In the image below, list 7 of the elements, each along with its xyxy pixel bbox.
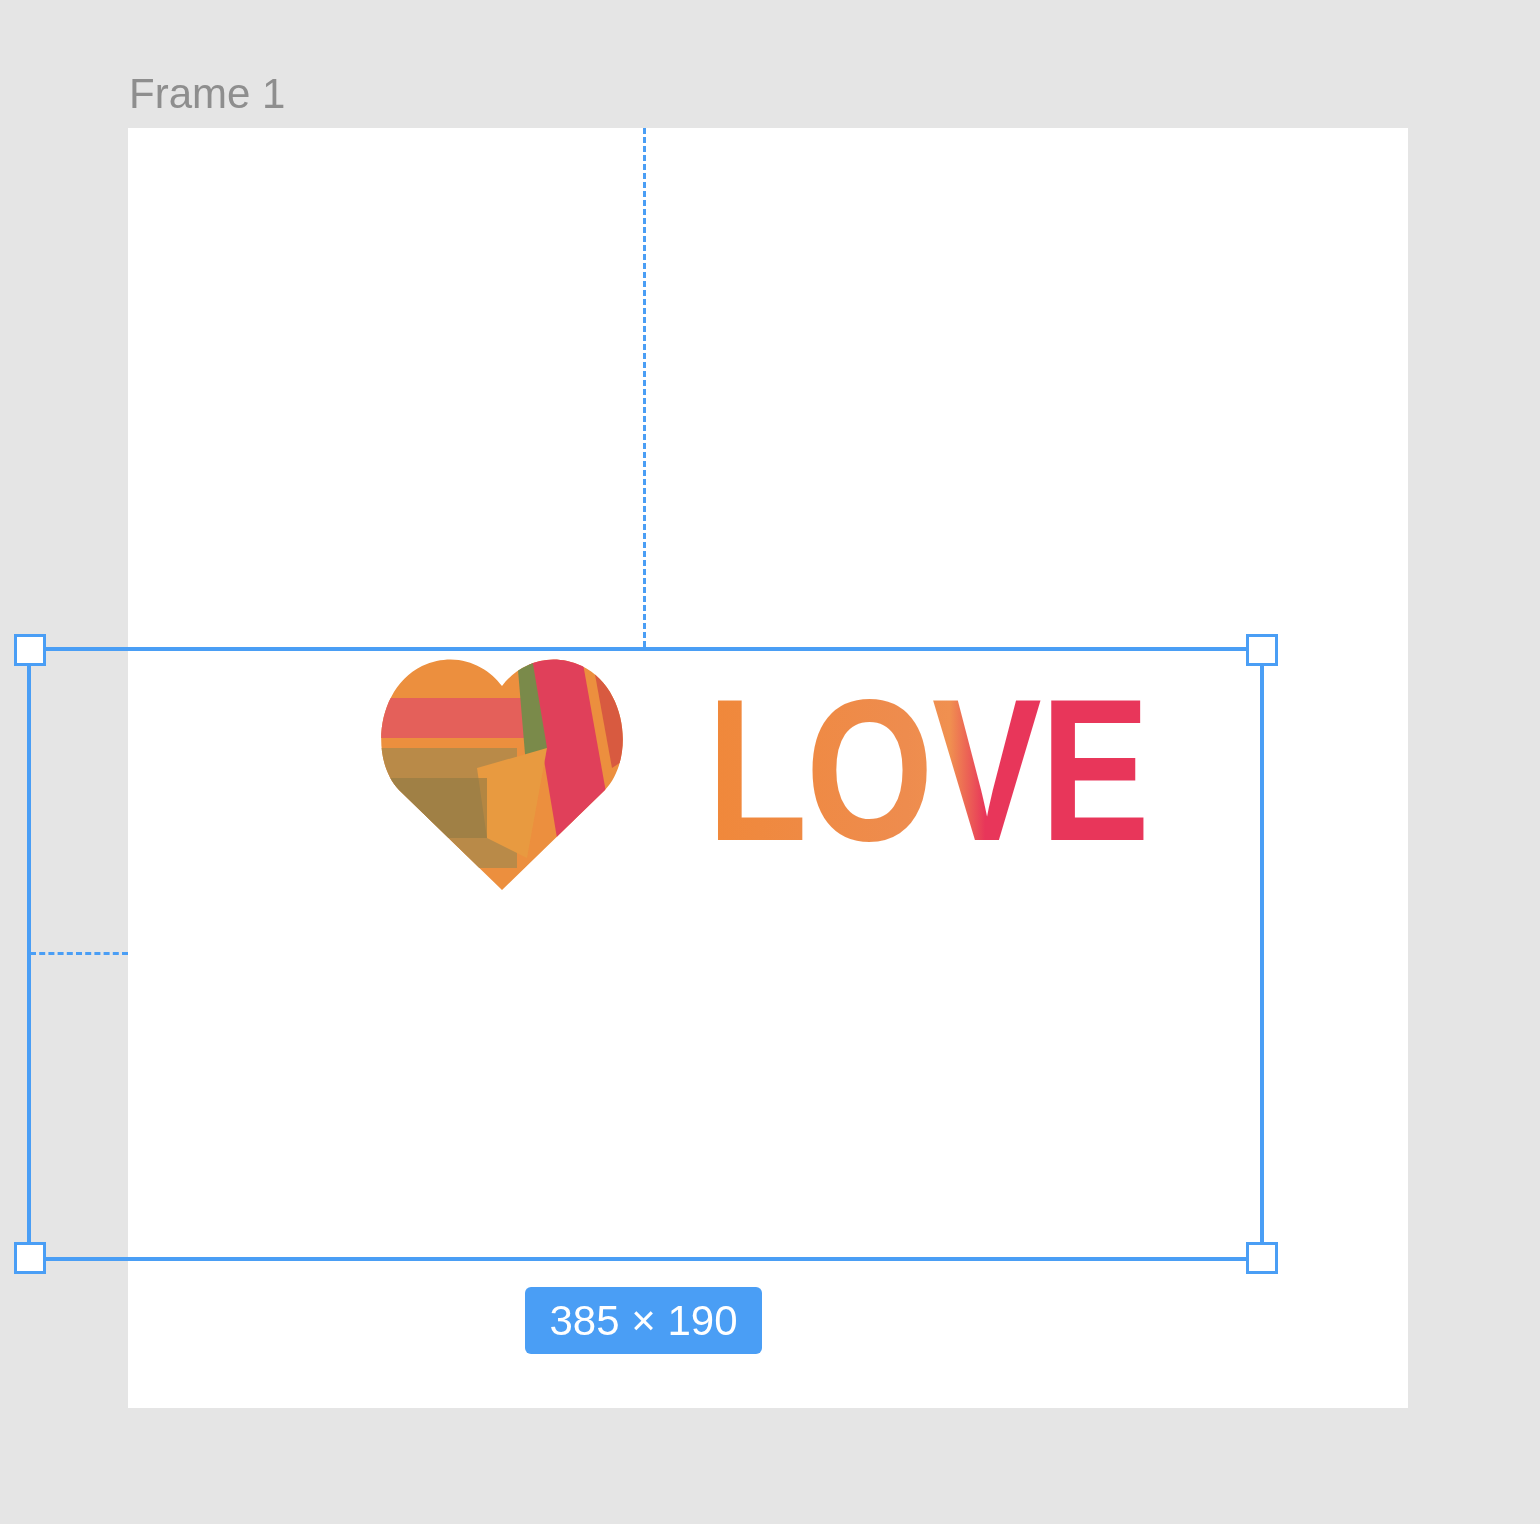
frame-title[interactable]: Frame 1 (129, 68, 286, 120)
resize-handle[interactable] (1246, 634, 1278, 666)
size-label: 385 × 190 (525, 1287, 762, 1354)
selection-box[interactable] (27, 647, 1264, 1261)
resize-handle[interactable] (1246, 1242, 1278, 1274)
resize-handle[interactable] (14, 1242, 46, 1274)
resize-handle[interactable] (14, 634, 46, 666)
